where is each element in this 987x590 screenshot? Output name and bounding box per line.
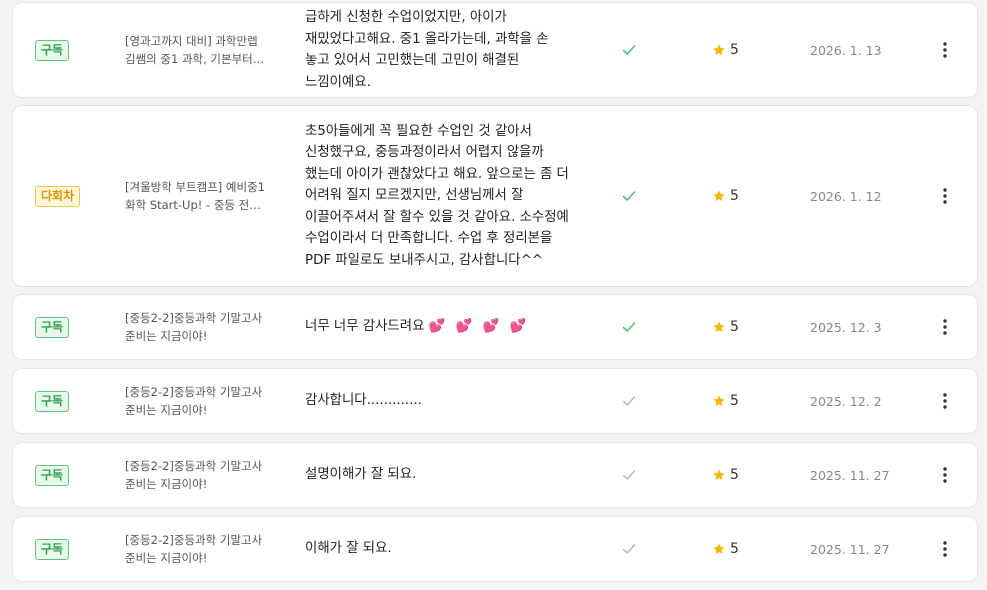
subscription-badge: 구독 [35,390,70,412]
course-title[interactable]: [중등2-2]중등과학 기말고사 준비는 지금이야! [125,309,267,345]
rating: 5 [712,106,739,286]
check-icon [619,517,639,581]
course-title[interactable]: [영과고까지 대비] 과학만렙 김쌤의 중1 과학, 기본부터 완성까지 [125,32,267,68]
more-vertical-icon [943,188,947,204]
review-text: 설명이해가 잘 되요. [305,467,417,483]
review-row: 다회차 [겨울방학 부트캠프] 예비중1 화학 Start-Up! - 중등 전… [12,105,978,287]
more-options-button[interactable] [935,443,955,507]
review-date: 2025. 11. 27 [810,541,890,557]
check-icon [619,106,639,286]
star-icon [713,395,725,407]
check-icon [619,295,639,359]
rating: 5 [712,295,739,359]
rating: 5 [712,517,739,581]
more-options-button[interactable] [935,369,955,433]
subscription-badge: 구독 [35,538,70,560]
review-date: 2025. 12. 2 [810,393,882,409]
review-text: 급하게 신청한 수업이었지만, 아이가 재밌었다고해요. 중1 올라가는데, 과… [305,10,549,90]
check-icon [619,443,639,507]
rating-value: 5 [730,541,739,557]
rating: 5 [712,443,739,507]
review-date: 2026. 1. 12 [810,188,882,204]
review-text: 이해가 잘 되요. [305,541,392,557]
more-options-button[interactable] [935,517,955,581]
review-row: 구독 [중등2-2]중등과학 기말고사 준비는 지금이야! 이해가 잘 되요. … [12,516,978,582]
review-text: 너무 너무 감사드려요 [305,319,425,335]
course-title[interactable]: [중등2-2]중등과학 기말고사 준비는 지금이야! [125,383,267,419]
rating: 5 [712,3,739,97]
more-vertical-icon [943,319,947,335]
rating-value: 5 [730,393,739,409]
review-list: 구독 [영과고까지 대비] 과학만렙 김쌤의 중1 과학, 기본부터 완성까지 … [0,0,987,590]
more-vertical-icon [943,541,947,557]
review-date: 2026. 1. 13 [810,42,882,58]
star-icon [713,543,725,555]
subscription-badge: 구독 [35,464,70,486]
subscription-badge: 구독 [35,316,70,338]
check-icon [619,369,639,433]
more-options-button[interactable] [935,295,955,359]
review-row: 구독 [중등2-2]중등과학 기말고사 준비는 지금이야! 설명이해가 잘 되요… [12,442,978,508]
course-title[interactable]: [중등2-2]중등과학 기말고사 준비는 지금이야! [125,531,267,567]
multi-session-badge: 다회차 [35,185,81,207]
star-icon [713,44,725,56]
subscription-badge: 구독 [35,39,70,61]
rating-value: 5 [730,467,739,483]
star-icon [713,190,725,202]
rating: 5 [712,369,739,433]
more-vertical-icon [943,467,947,483]
check-icon [619,3,639,97]
heart-emoji: 💕 💕 💕 💕 [428,319,530,335]
star-icon [713,321,725,333]
course-title[interactable]: [겨울방학 부트캠프] 예비중1 화학 Start-Up! - 중등 전 과정 … [125,178,267,214]
more-vertical-icon [943,393,947,409]
rating-value: 5 [730,319,739,335]
more-options-button[interactable] [935,3,955,97]
more-options-button[interactable] [935,106,955,286]
review-date: 2025. 11. 27 [810,467,890,483]
review-text: 초5아들에게 꼭 필요한 수업인 것 같아서 신청했구요, 중등과정이라서 어렵… [305,123,569,268]
review-text: 감사합니다............. [305,393,422,409]
course-title[interactable]: [중등2-2]중등과학 기말고사 준비는 지금이야! [125,457,267,493]
review-row: 구독 [중등2-2]중등과학 기말고사 준비는 지금이야! 너무 너무 감사드려… [12,294,978,360]
review-row: 구독 [영과고까지 대비] 과학만렙 김쌤의 중1 과학, 기본부터 완성까지 … [12,2,978,98]
more-vertical-icon [943,42,947,58]
rating-value: 5 [730,42,739,58]
review-row: 구독 [중등2-2]중등과학 기말고사 준비는 지금이야! 감사합니다.....… [12,368,978,434]
rating-value: 5 [730,188,739,204]
review-date: 2025. 12. 3 [810,319,882,335]
star-icon [713,469,725,481]
